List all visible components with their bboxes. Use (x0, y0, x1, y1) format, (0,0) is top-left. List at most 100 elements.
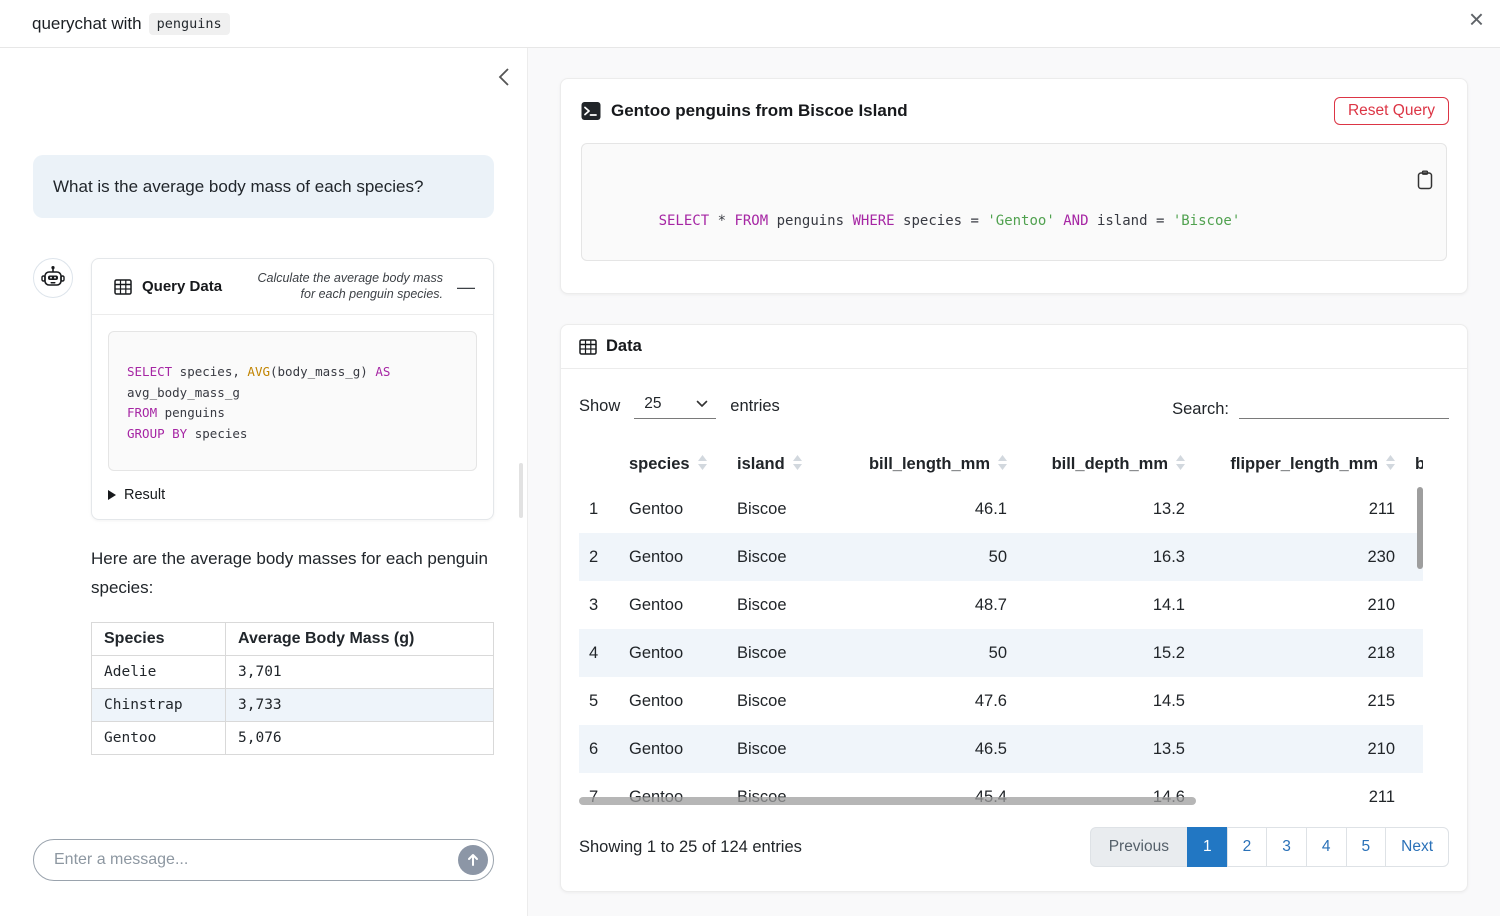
table-cell (1405, 725, 1423, 773)
sort-icon (793, 455, 802, 475)
close-button[interactable]: × (1469, 6, 1484, 32)
tool-card-subtitle: Calculate the average body mass for each… (253, 271, 443, 302)
page-button-next[interactable]: Next (1385, 827, 1449, 867)
chat-input[interactable] (33, 839, 494, 881)
terminal-icon (581, 101, 601, 121)
collapse-sidebar-button[interactable] (493, 62, 515, 95)
entries-label: entries (730, 397, 780, 416)
table-cell: Gentoo (619, 677, 727, 725)
page-button-2[interactable]: 2 (1227, 827, 1268, 867)
sql-token: SELECT (127, 364, 172, 379)
query-title: Gentoo penguins from Biscoe Island (611, 101, 908, 121)
table-cell: 211 (1195, 485, 1405, 533)
result-column-header: Average Body Mass (g) (226, 623, 494, 656)
result-row: Chinstrap3,733 (92, 689, 494, 722)
table-icon (114, 278, 132, 296)
table-cell: 13.2 (1017, 485, 1195, 533)
sidebar-resize-handle[interactable] (519, 463, 523, 518)
sql-token: GROUP BY (127, 426, 187, 441)
tool-card-title: Query Data (142, 278, 222, 295)
vertical-scrollbar[interactable] (1417, 487, 1423, 569)
table-row: 1GentooBiscoe46.113.2211 (579, 485, 1423, 533)
result-cell: 3,733 (226, 689, 494, 722)
column-header-species[interactable]: species (619, 447, 727, 485)
table-cell (1405, 677, 1423, 725)
triangle-right-icon (108, 490, 116, 500)
table-cell: 46.5 (827, 725, 1017, 773)
result-cell: Gentoo (92, 722, 226, 755)
tool-card: Query Data Calculate the average body ma… (91, 258, 494, 520)
column-header-island[interactable]: island (727, 447, 827, 485)
data-table-header-row: species island bill_length_mm bill_depth_mm… (579, 447, 1423, 485)
column-label: flipper_length_mm (1230, 455, 1378, 473)
sql-token: * (709, 213, 734, 229)
assistant-turn: Query Data Calculate the average body ma… (33, 258, 494, 755)
main-panel: Gentoo penguins from Biscoe Island Reset… (528, 48, 1500, 916)
table-cell (1405, 773, 1423, 807)
result-disclosure[interactable]: Result (92, 487, 493, 519)
robot-icon (40, 265, 66, 291)
result-label: Result (124, 487, 165, 503)
chevron-left-icon (497, 66, 511, 88)
table-cell: Gentoo (619, 581, 727, 629)
table-cell: Biscoe (727, 677, 827, 725)
table-row: 2GentooBiscoe5016.3230 (579, 533, 1423, 581)
page-length-control: Show 25 entries (579, 393, 780, 419)
table-cell: Biscoe (727, 581, 827, 629)
table-cell: Gentoo (619, 533, 727, 581)
chat-sidebar: What is the average body mass of each sp… (0, 48, 528, 916)
table-cell: 218 (1195, 629, 1405, 677)
result-cell: 3,701 (226, 656, 494, 689)
sql-token: species, (172, 364, 247, 379)
sql-token: FROM (127, 405, 157, 420)
sql-token: SELECT (659, 213, 710, 229)
table-controls: Show 25 entries Search: (579, 393, 1449, 419)
page-button-previous[interactable]: Previous (1090, 827, 1188, 867)
data-card: Data Show 25 entries Search: (560, 324, 1468, 892)
column-label: bill_depth_mm (1052, 455, 1168, 473)
column-header-bill_depth_mm[interactable]: bill_depth_mm (1017, 447, 1195, 485)
table-cell: 48.7 (827, 581, 1017, 629)
reset-query-button[interactable]: Reset Query (1334, 97, 1449, 125)
page-button-4[interactable]: 4 (1306, 827, 1347, 867)
clipboard-icon (1416, 170, 1434, 190)
column-header-flipper_length_mm[interactable]: flipper_length_mm (1195, 447, 1405, 485)
table-cell: 230 (1195, 533, 1405, 581)
data-table: species island bill_length_mm bill_depth_mm… (579, 447, 1423, 807)
title-bar: querychat with penguins × (0, 0, 1500, 48)
table-cell: Gentoo (619, 629, 727, 677)
collapse-tool-button[interactable]: — (453, 278, 479, 296)
column-label: species (629, 455, 690, 473)
table-cell: 16.3 (1017, 533, 1195, 581)
table-row: 4GentooBiscoe5015.2218 (579, 629, 1423, 677)
table-cell: 5 (579, 677, 619, 725)
table-cell: 2 (579, 533, 619, 581)
search-label: Search: (1172, 400, 1229, 419)
search-input[interactable] (1239, 393, 1449, 419)
avatar (33, 258, 73, 298)
table-cell (1405, 581, 1423, 629)
horizontal-scrollbar[interactable] (579, 797, 1196, 805)
send-button[interactable] (458, 845, 488, 875)
page-button-1[interactable]: 1 (1187, 827, 1228, 867)
table-cell: Biscoe (727, 485, 827, 533)
copy-button[interactable] (1377, 153, 1436, 210)
table-cell: 14.1 (1017, 581, 1195, 629)
column-header-bill_length_mm[interactable]: bill_length_mm (827, 447, 1017, 485)
column-header-b[interactable]: b (1405, 447, 1423, 485)
column-label: island (737, 455, 785, 473)
page-size-select[interactable]: 25 (634, 393, 716, 419)
table-cell: 6 (579, 725, 619, 773)
sql-token: 'Biscoe' (1173, 213, 1240, 229)
table-row: 6GentooBiscoe46.513.5210 (579, 725, 1423, 773)
page-button-3[interactable]: 3 (1266, 827, 1307, 867)
result-column-header: Species (92, 623, 226, 656)
page-button-5[interactable]: 5 (1346, 827, 1387, 867)
result-row: Adelie3,701 (92, 656, 494, 689)
data-card-title: Data (606, 337, 642, 356)
chevron-down-icon (696, 400, 708, 408)
arrow-up-icon (466, 853, 480, 867)
table-cell (1405, 629, 1423, 677)
column-label: bill_length_mm (869, 455, 990, 473)
show-label: Show (579, 397, 620, 416)
